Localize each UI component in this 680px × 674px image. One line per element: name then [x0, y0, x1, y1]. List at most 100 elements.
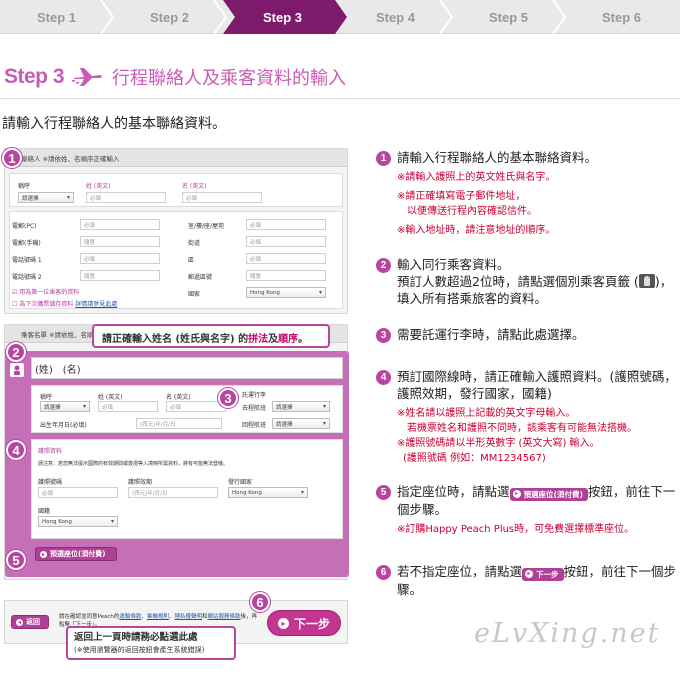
consent-intro: 請在確認並同意Peach的 — [59, 614, 120, 620]
tel2-label: 電話號碼 2 — [12, 274, 42, 281]
use-as-passenger-label: 用為第一位乘客的資料 — [19, 289, 80, 296]
step-6: Step 6 — [601, 9, 641, 25]
passenger-tab-icon[interactable] — [10, 363, 24, 377]
title-select[interactable]: 請選擇 — [18, 192, 74, 203]
p-given-label: 名 (英文) — [166, 394, 191, 401]
given-name-label: 名 (英文) — [182, 183, 207, 190]
badge-2: 2 — [6, 342, 26, 362]
instruction-4-note-1: ※姓名請以護照上記載的英文字母輸入。 — [397, 408, 576, 419]
passenger-details: 稱呼 姓 (英文) 名 (英文) 託運行李 請選擇 必填 必填 去程航班 請選擇… — [31, 385, 343, 433]
contact-panel-head: 聯絡人 ※請依姓、名順序正確輸入 — [5, 149, 347, 167]
inline-seat-button-label: 預選座位(須付費) — [523, 489, 583, 499]
instruction-2-text-3: )， — [654, 274, 673, 289]
instruction-2-text-1: 輸入同行乘客資料。 — [397, 257, 510, 272]
nationality-select[interactable]: Hong Kong — [38, 516, 118, 527]
address-label: 室/樓/座/屋苑 — [188, 223, 225, 230]
inline-next-button-label: 下一步 — [536, 569, 559, 579]
tel2-input[interactable]: 隨意 — [80, 270, 160, 281]
intro-text: 請輸入行程聯絡人的基本聯絡資料。 — [2, 116, 226, 132]
p-given-input[interactable]: 必填 — [166, 401, 226, 412]
inline-next-button: ▸ 下一步 — [522, 567, 564, 581]
baggage-label: 託運行李 — [242, 392, 267, 399]
instruction-4-note-2: 若機票姓名和護照不同時，該乘客有可能無法搭機。 — [407, 423, 637, 434]
instruction-3: 3 需要託運行李時，請點此處選擇。 — [376, 326, 680, 343]
email-pc-input[interactable]: 必填 — [80, 219, 160, 230]
email-pc-label: 電郵(PC) — [12, 223, 37, 230]
return-label: 回程航班 — [242, 422, 267, 429]
address-input[interactable]: 必填 — [246, 219, 326, 230]
callout-text-pre: 請正確輸入姓名 (姓氏與名字) 的 — [102, 334, 249, 345]
instruction-1-note-1: ※請輸入護照上的英文姓氏與名字。 — [397, 172, 556, 183]
outbound-baggage-select[interactable]: 請選擇 — [272, 401, 330, 412]
site-terms-link[interactable]: 網站服務條款 — [207, 614, 240, 620]
step-progress-bar: Step 1 Step 2 Step 3 Step 4 Step 5 Step … — [0, 0, 680, 34]
country-label: 國家 — [188, 291, 201, 298]
arrow-right-icon: ▸ — [512, 490, 521, 498]
instruction-1-note-4: ※輸入地址時，請注意地址的順序。 — [397, 225, 556, 236]
back-warning-callout: 返回上一頁時請務必點選此處 (※使用瀏覽器的返回按鈕會產生系統錯誤) — [66, 626, 236, 660]
step-4: Step 4 — [375, 9, 415, 25]
country-select[interactable]: Hong Kong — [246, 287, 326, 298]
instruction-4: 4 預訂國際線時，請正確輸入護照資料。(護照號碼，護照效期，發行國家，國籍) ※… — [376, 368, 680, 466]
seat-select-button[interactable]: ▸ 預選座位(須付費) — [35, 547, 117, 561]
step-5: Step 5 — [488, 9, 528, 25]
back-button-label: 返回 — [26, 618, 40, 626]
passenger-name-field[interactable]: (姓) (名) — [31, 357, 343, 379]
surname-input[interactable]: 必填 — [86, 192, 166, 203]
step-3: Step 3 — [262, 9, 302, 25]
title-label: 稱呼 — [18, 183, 31, 190]
surname-label: 姓 (英文) — [86, 183, 111, 190]
p-surname-label: 姓 (英文) — [98, 394, 123, 401]
street-input[interactable]: 必填 — [246, 236, 326, 247]
callout-text-end: 。 — [298, 334, 309, 345]
instruction-2: 2 輸入同行乘客資料。 預訂人數超過2位時，請點選個別乘客頁籤 ()， 填入所有… — [376, 256, 680, 307]
district-input[interactable]: 必填 — [246, 253, 326, 264]
passenger-tab-icon — [638, 274, 655, 288]
rules-link[interactable]: 乘機規則 — [147, 614, 169, 620]
inline-seat-button: ▸ 預選座位(須付費) — [509, 487, 588, 501]
watermark: eLvXing.net — [474, 618, 661, 649]
terms-link[interactable]: 運輸條款 — [119, 614, 141, 620]
p-surname-input[interactable]: 必填 — [98, 401, 158, 412]
contact-panel: 聯絡人 ※請依姓、名順序正確輸入 稱呼 姓 (英文) 名 (英文) 請選擇 必填… — [4, 148, 348, 314]
passport-section-title: 護照資料 — [38, 448, 63, 455]
passport-exp-label: 護照效期 — [128, 479, 153, 486]
step-2: Step 2 — [149, 9, 189, 25]
district-label: 區 — [188, 257, 195, 264]
issuing-country-select[interactable]: Hong Kong — [228, 487, 308, 498]
privacy-link[interactable]: 詳情請參見此處 — [75, 301, 117, 308]
given-name-input[interactable]: 必填 — [182, 192, 262, 203]
postcode-input[interactable]: 隨意 — [246, 270, 326, 281]
step-1: Step 1 — [36, 9, 76, 25]
return-baggage-select[interactable]: 請選擇 — [272, 418, 330, 429]
contact-details: 電郵(PC) 電郵(手機) 電話號碼 1 電話號碼 2 必填 隨意 必填 隨意 … — [9, 211, 343, 309]
email-mobile-input[interactable]: 隨意 — [80, 236, 160, 247]
next-button[interactable]: ▸ 下一步 — [267, 610, 341, 636]
instruction-4-text: 預訂國際線時，請正確輸入護照資料。(護照號碼，護照效期，發行國家，國籍) — [397, 369, 677, 401]
instruction-4-note-4: (護照號碼 例如：MM1234567) — [403, 453, 546, 464]
dob-input[interactable]: (西元)年/月/日 — [136, 418, 222, 429]
step-label: Step 3 — [4, 65, 65, 88]
badge-6: 6 — [250, 592, 270, 612]
passport-note: 請注意：若您無法提示國際的有效期間或簽證等入境時所需資料，將有可能無法登機。 — [38, 461, 229, 467]
privacy-policy-link[interactable]: 隱私權聲明 — [174, 614, 202, 620]
instruction-1-number: 1 — [376, 151, 391, 166]
badge-1: 1 — [2, 148, 22, 168]
instruction-1-note-2: ※請正確填寫電子郵件地址， — [397, 191, 526, 202]
back-warning-line2: (※使用瀏覽器的返回按鈕會產生系統錯誤) — [74, 646, 205, 654]
tel1-input[interactable]: 必填 — [80, 253, 160, 264]
back-warning-line1: 返回上一頁時請務必點選此處 — [74, 632, 198, 643]
instruction-4-note-3: ※護照號碼請以半形英數字 (英文大寫) 輸入。 — [397, 438, 600, 449]
contact-name-row: 稱呼 姓 (英文) 名 (英文) 請選擇 必填 必填 — [9, 173, 343, 207]
passport-exp-input[interactable]: (西元)年/月/日 — [128, 487, 218, 498]
back-button[interactable]: ◂ 返回 — [11, 615, 49, 629]
instruction-5: 5 指定座位時，請點選 ▸ 預選座位(須付費) 按鈕，前往下一個步驟。 ※訂購Happ… — [376, 483, 680, 537]
passport-no-input[interactable]: 必填 — [38, 487, 118, 498]
instruction-1-text: 請輸入行程聯絡人的基本聯絡資料。 — [397, 150, 598, 165]
save-data-checkbox[interactable]: ☐ 為下次購票儲存資料 詳情請參見此處 — [12, 299, 117, 308]
instruction-5-text-pre: 指定座位時，請點選 — [397, 484, 510, 499]
p-title-select[interactable]: 請選擇 — [40, 401, 90, 412]
use-as-passenger-checkbox[interactable]: ☑ 用為第一位乘客的資料 — [12, 287, 79, 296]
instruction-6-number: 6 — [376, 565, 391, 580]
nationality-label: 國籍 — [38, 508, 51, 515]
